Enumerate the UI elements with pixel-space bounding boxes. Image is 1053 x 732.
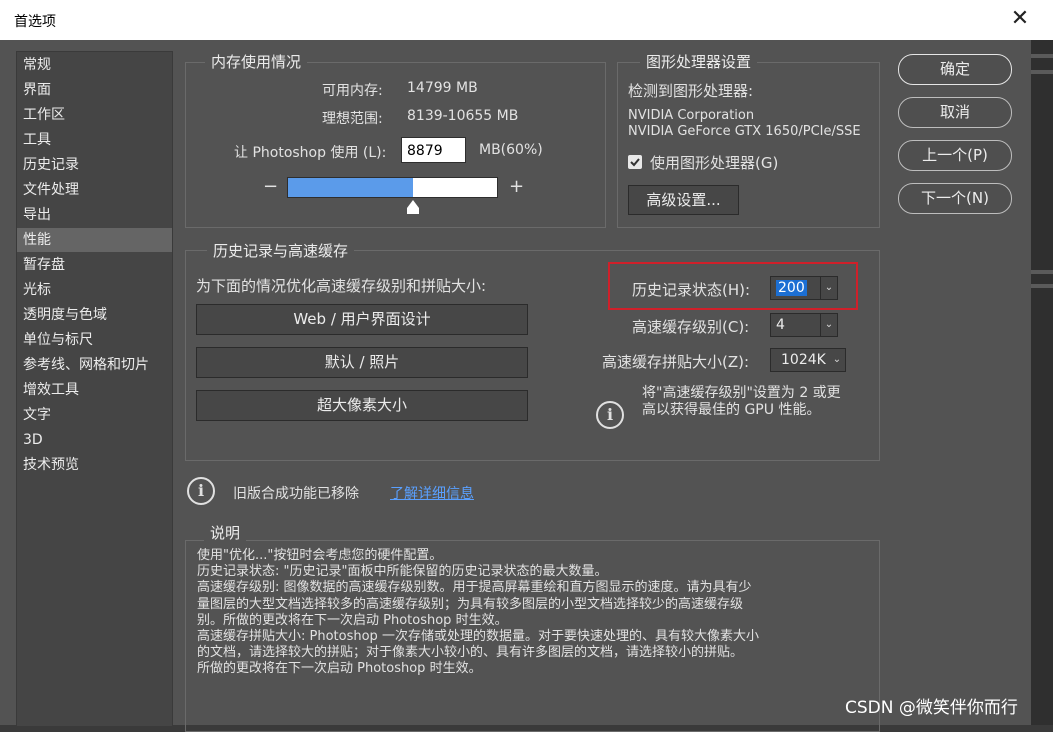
memory-use-input[interactable]: 8879 [401, 137, 466, 163]
info-icon: i [187, 477, 215, 505]
use-gpu-label[interactable]: 使用图形处理器(G) [650, 152, 778, 173]
memory-slider[interactable] [287, 177, 498, 198]
gpu-tip-line2: 高以获得最佳的 GPU 性能。 [642, 402, 821, 418]
sidebar-item[interactable]: 暂存盘 [17, 253, 172, 277]
sidebar-item[interactable]: 导出 [17, 203, 172, 227]
description-line: 的文档，请选择较大的拼贴；对于像素大小较小的、具有许多图层的文档，请选择较小的拼… [197, 645, 744, 661]
chevron-down-icon[interactable]: ⌄ [829, 349, 845, 371]
sidebar-item[interactable]: 透明度与色域 [17, 303, 172, 327]
memory-group-title: 内存使用情况 [205, 51, 308, 72]
ideal-range-value: 8139-10655 MB [407, 108, 519, 124]
preset-huge-pixel-button[interactable]: 超大像素大小 [196, 390, 528, 421]
description-line: 高速缓存级别: 图像数据的高速缓存级别数。用于提高屏幕重绘和直方图显示的速度。请… [197, 580, 752, 596]
cache-levels-select[interactable]: 4 ⌄ [770, 313, 838, 337]
description-line: 别。所做的更改将在下一次启动 Photoshop 时生效。 [197, 612, 508, 628]
sidebar-item[interactable]: 参考线、网格和切片 [17, 353, 172, 377]
sidebar: 常规 界面 工作区 工具 历史记录 文件处理 导出 性能 暂存盘 光标 透明度与色域 单位与标尺 参考线… [16, 51, 173, 727]
description-text: 使用"优化..."按钮时会考虑您的硬件配置。 历史记录状态: "历史记录"面板中… [197, 548, 857, 678]
checkmark-icon [630, 158, 640, 167]
sidebar-item[interactable]: 历史记录 [17, 153, 172, 177]
optimize-label: 为下面的情况优化高速缓存级别和拼贴大小: [196, 277, 487, 295]
history-cache-group-title: 历史记录与高速缓存 [207, 240, 355, 261]
sidebar-item[interactable]: 工作区 [17, 103, 172, 127]
gpu-model: NVIDIA GeForce GTX 1650/PCIe/SSE [628, 124, 861, 139]
watermark: CSDN @微笑伴你而行 [845, 698, 1018, 718]
cache-levels-label: 高速缓存级别(C): [632, 318, 750, 336]
legacy-removed-text: 旧版合成功能已移除 [233, 486, 359, 502]
info-icon: i [596, 401, 624, 429]
history-states-combo[interactable]: 200 ⌄ [770, 276, 838, 300]
preset-web-ui-button[interactable]: Web / 用户界面设计 [196, 304, 528, 335]
plus-icon[interactable]: + [509, 176, 524, 197]
sidebar-item[interactable]: 界面 [17, 78, 172, 102]
gpu-group-title: 图形处理器设置 [640, 51, 758, 72]
sidebar-item[interactable]: 常规 [17, 53, 172, 77]
available-memory-value: 14799 MB [407, 80, 478, 96]
description-line: 高速缓存拼贴大小: Photoshop 一次存储或处理的数据量。对于要快速处理的… [197, 629, 759, 645]
background-edge [1031, 40, 1053, 725]
sidebar-item[interactable]: 3D [17, 428, 172, 452]
advanced-settings-button[interactable]: 高级设置... [628, 185, 739, 215]
description-line: 所做的更改将在下一次启动 Photoshop 时生效。 [197, 661, 482, 677]
sidebar-item[interactable]: 文件处理 [17, 178, 172, 202]
preset-default-photo-button[interactable]: 默认 / 照片 [196, 347, 528, 378]
available-memory-label: 可用内存: [322, 83, 383, 99]
description-title: 说明 [204, 522, 247, 543]
description-line: 历史记录状态: "历史记录"面板中所能保留的历史记录状态的最大数量。 [197, 564, 608, 580]
window-title: 首选项 [14, 14, 56, 30]
use-gpu-checkbox[interactable] [628, 155, 642, 169]
cache-levels-value: 4 [776, 317, 785, 333]
minus-icon[interactable]: − [263, 176, 278, 197]
close-icon[interactable]: ✕ [1007, 6, 1033, 32]
ok-button[interactable]: 确定 [898, 54, 1012, 85]
sidebar-item[interactable]: 文字 [17, 403, 172, 427]
tile-size-label: 高速缓存拼贴大小(Z): [602, 353, 750, 371]
gpu-detected-label: 检测到图形处理器: [628, 82, 754, 100]
sidebar-item[interactable]: 技术预览 [17, 453, 172, 477]
tile-size-value: 1024K [781, 352, 826, 368]
description-line: 量图层的大型文档选择较多的高速缓存级别；为具有较多图层的小型文档选择较少的高速缓… [197, 596, 744, 612]
memory-use-unit: MB(60%) [479, 142, 543, 158]
title-bar: 首选项 ✕ [0, 0, 1053, 41]
sidebar-item[interactable]: 单位与标尺 [17, 328, 172, 352]
ideal-range-label: 理想范围: [322, 111, 383, 127]
gpu-vendor: NVIDIA Corporation [628, 108, 755, 123]
history-states-value[interactable]: 200 [776, 280, 807, 296]
cancel-button[interactable]: 取消 [898, 97, 1012, 128]
history-states-label: 历史记录状态(H): [632, 281, 751, 299]
learn-more-link[interactable]: 了解详细信息 [390, 483, 474, 503]
description-line: 使用"优化..."按钮时会考虑您的硬件配置。 [197, 548, 443, 563]
tile-size-select[interactable]: 1024K ⌄ [770, 348, 846, 372]
memory-slider-fill [288, 178, 413, 197]
sidebar-item[interactable]: 工具 [17, 128, 172, 152]
chevron-down-icon[interactable]: ⌄ [820, 277, 837, 299]
next-button[interactable]: 下一个(N) [898, 183, 1012, 214]
photoshop-use-label: 让 Photoshop 使用 (L): [234, 145, 387, 161]
sidebar-item[interactable]: 光标 [17, 278, 172, 302]
chevron-down-icon[interactable]: ⌄ [820, 314, 837, 336]
sidebar-item[interactable]: 增效工具 [17, 378, 172, 402]
prev-button[interactable]: 上一个(P) [898, 140, 1012, 171]
sidebar-item[interactable]: 性能 [17, 228, 172, 252]
memory-slider-thumb[interactable] [407, 200, 419, 214]
